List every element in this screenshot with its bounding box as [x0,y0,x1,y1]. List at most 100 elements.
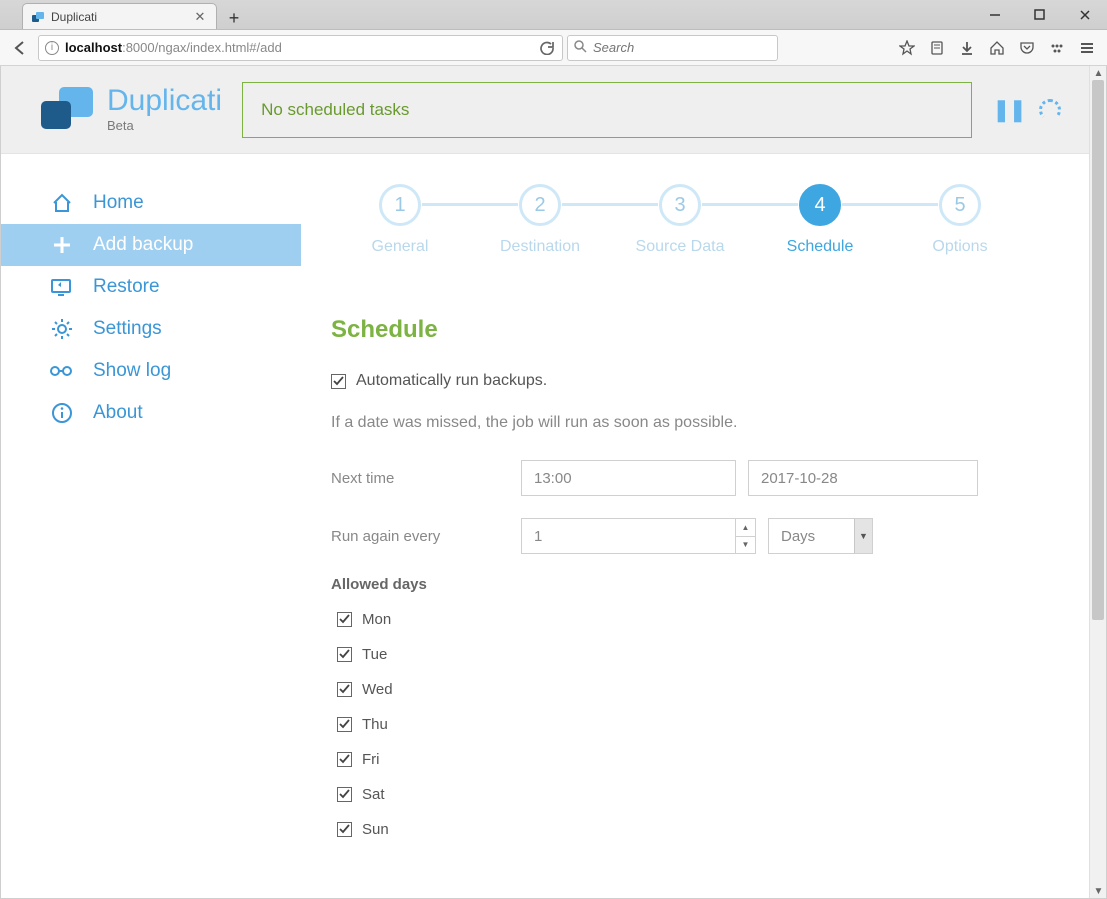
day-checkbox-sun[interactable] [337,822,352,837]
repeat-label: Run again every [331,528,521,545]
day-checkbox-thu[interactable] [337,717,352,732]
pocket-icon[interactable] [1013,34,1041,62]
day-label: Fri [362,751,380,768]
sidebar-item-about[interactable]: About [1,392,301,434]
auto-run-label: Automatically run backups. [356,372,547,390]
menu-icon[interactable] [1073,34,1101,62]
day-row-sun: Sun [337,821,1029,838]
url-text: localhost:8000/ngax/index.html#/add [65,40,282,55]
schedule-hint: If a date was missed, the job will run a… [331,414,1029,432]
extension-icon[interactable] [1043,34,1071,62]
step-options[interactable]: 5Options [920,184,1000,256]
downloads-icon[interactable] [953,34,981,62]
site-info-icon[interactable]: i [45,41,59,55]
status-message: No scheduled tasks [242,82,972,138]
sidebar-item-label: Add backup [93,234,193,256]
step-connector [842,203,938,206]
sidebar-item-label: Settings [93,318,162,340]
browser-toolbar: i localhost:8000/ngax/index.html#/add [0,30,1107,66]
step-general[interactable]: 1General [360,184,440,256]
brand-logo-icon [41,87,93,133]
window-maximize-button[interactable] [1017,0,1062,29]
sidebar-item-home[interactable]: Home [1,182,301,224]
sidebar-item-label: Show log [93,360,171,382]
sidebar-item-settings[interactable]: Settings [1,308,301,350]
info-icon [49,400,75,426]
day-row-sat: Sat [337,786,1029,803]
sidebar-item-add-backup[interactable]: Add backup [1,224,301,266]
log-icon [49,358,75,384]
home-icon[interactable] [983,34,1011,62]
day-checkbox-fri[interactable] [337,752,352,767]
day-checkbox-sat[interactable] [337,787,352,802]
next-date-input[interactable] [748,460,978,496]
home-icon [49,190,75,216]
step-source[interactable]: 3Source Data [640,184,720,256]
next-time-input[interactable] [521,460,736,496]
step-connector [562,203,658,206]
tab-title: Duplicati [51,10,186,24]
spin-up-icon[interactable]: ▲ [736,519,755,537]
vertical-scrollbar[interactable]: ▲ ▼ [1089,66,1106,898]
day-row-mon: Mon [337,611,1029,628]
search-icon [574,40,587,56]
allowed-days-label: Allowed days [331,576,1029,593]
gear-icon [49,316,75,342]
sidebar: Home Add backup Restore Settings Show lo… [1,154,301,898]
sidebar-item-label: Restore [93,276,160,298]
bookmark-star-icon[interactable] [893,34,921,62]
back-button[interactable] [6,34,34,62]
day-label: Mon [362,611,391,628]
favicon-icon [31,10,45,24]
day-checkbox-wed[interactable] [337,682,352,697]
step-schedule[interactable]: 4Schedule [780,184,860,256]
address-bar[interactable]: i localhost:8000/ngax/index.html#/add [38,35,563,61]
scroll-thumb[interactable] [1092,80,1104,620]
pause-icon[interactable]: ❚❚ [992,97,1025,123]
sidebar-item-restore[interactable]: Restore [1,266,301,308]
window-minimize-button[interactable] [972,0,1017,29]
brand[interactable]: Duplicati Beta [41,86,222,133]
repeat-row: Run again every ▲▼ ▼ [331,518,1029,554]
day-row-wed: Wed [337,681,1029,698]
step-destination[interactable]: 2Destination [500,184,580,256]
day-label: Sun [362,821,389,838]
plus-icon [49,232,75,258]
scroll-up-icon[interactable]: ▲ [1090,66,1107,80]
spin-down-icon[interactable]: ▼ [736,537,755,554]
day-label: Wed [362,681,393,698]
search-input[interactable] [593,40,771,55]
brand-name: Duplicati [107,86,222,116]
browser-tab-duplicati[interactable]: Duplicati ✕ [22,3,217,29]
day-checkbox-tue[interactable] [337,647,352,662]
sidebar-item-log[interactable]: Show log [1,350,301,392]
window-buttons [972,0,1107,29]
main-content: 1General 2Destination 3Source Data 4Sche… [301,154,1089,898]
day-checkbox-mon[interactable] [337,612,352,627]
brand-subtitle: Beta [107,118,222,133]
reload-icon[interactable] [538,39,556,57]
search-bar[interactable] [567,35,778,61]
day-label: Sat [362,786,385,803]
next-time-label: Next time [331,470,521,487]
auto-run-checkbox[interactable] [331,374,346,389]
section-title: Schedule [331,316,1029,344]
library-icon[interactable] [923,34,951,62]
next-time-row: Next time [331,460,1029,496]
number-spinner[interactable]: ▲▼ [735,519,755,553]
day-row-thu: Thu [337,716,1029,733]
page-viewport: ▲ ▼ Duplicati Beta No scheduled tasks ❚❚ [0,66,1107,899]
day-label: Tue [362,646,387,663]
new-tab-button[interactable]: + [221,7,247,29]
window-titlebar: Duplicati ✕ + [0,0,1107,30]
scroll-down-icon[interactable]: ▼ [1090,884,1107,898]
throttle-icon[interactable] [1039,99,1061,121]
restore-icon [49,274,75,300]
chevron-down-icon[interactable]: ▼ [854,519,872,553]
repeat-value-input[interactable] [521,518,756,554]
tab-strip: Duplicati ✕ + [0,0,247,29]
tab-close-icon[interactable]: ✕ [192,9,208,25]
auto-run-row: Automatically run backups. [331,372,1029,390]
window-close-button[interactable] [1062,0,1107,29]
step-connector [422,203,518,206]
